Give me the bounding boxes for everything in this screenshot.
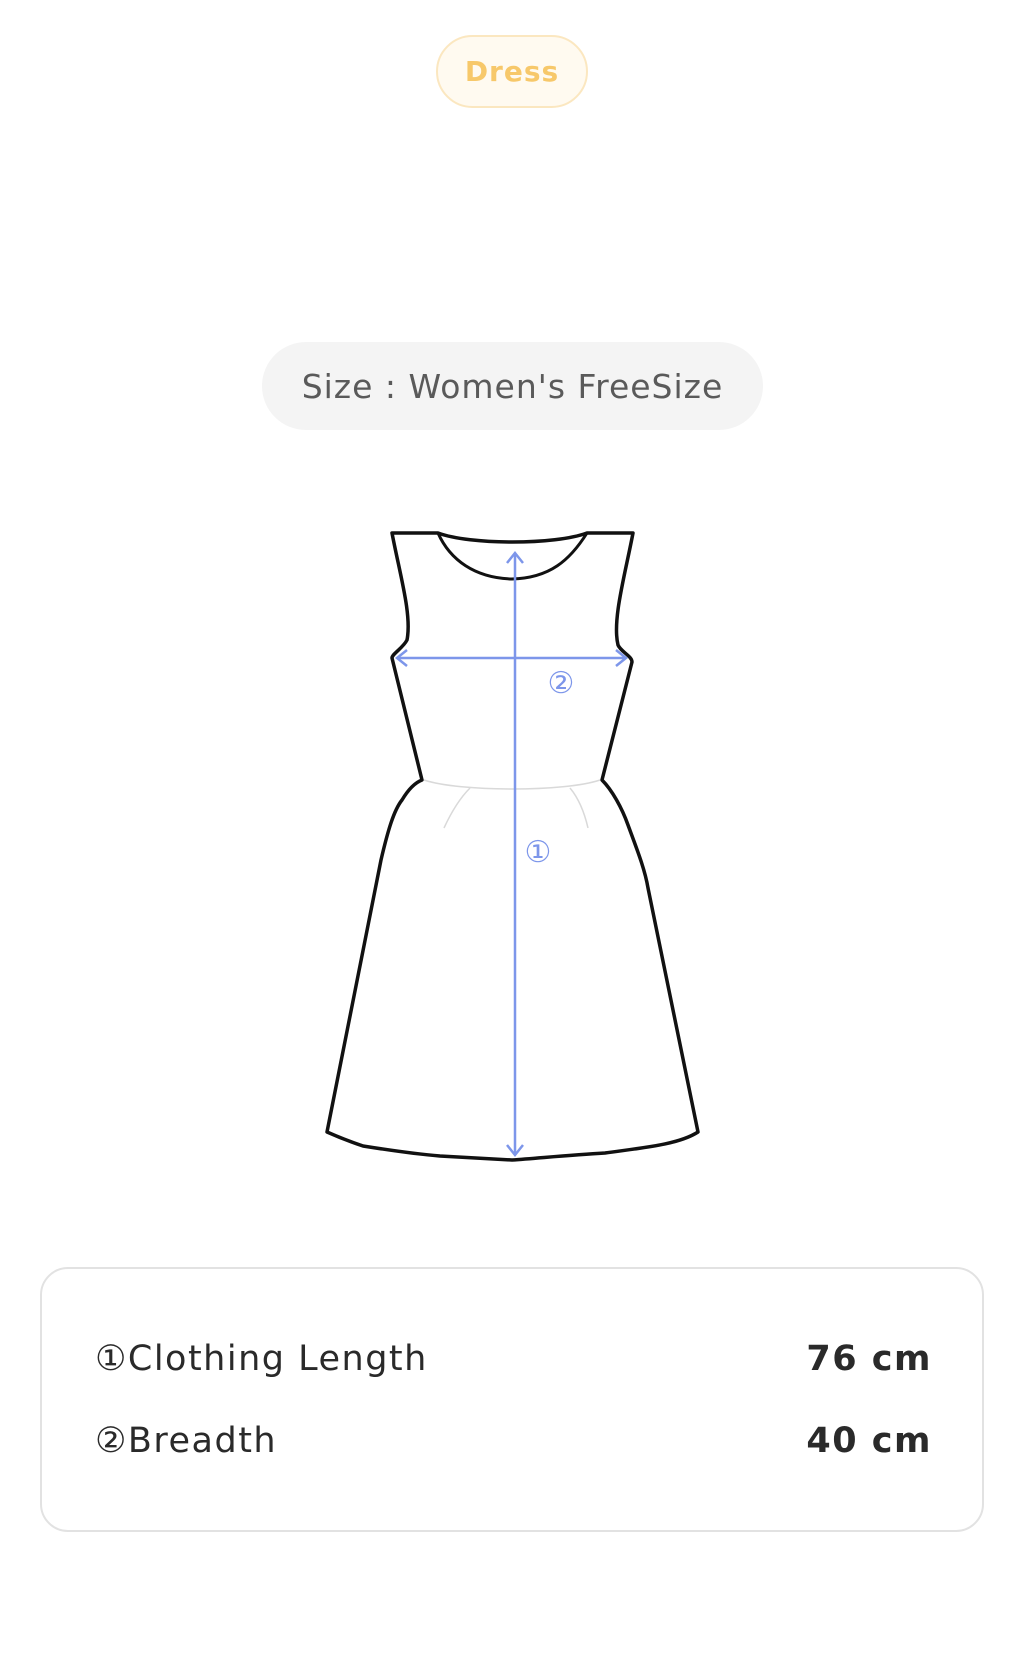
measurement-name: ①Clothing Length [95,1339,428,1379]
dress-outline [325,531,700,1162]
length-marker: ① [525,835,552,870]
measurement-row-breadth: ②Breadth 40 cm [95,1421,932,1461]
measurement-value: 76 cm [806,1339,932,1379]
measurement-name: ②Breadth [95,1421,278,1461]
measurement-row-length: ①Clothing Length 76 cm [95,1339,932,1379]
measurement-value: 40 cm [806,1421,932,1461]
measurement-card: ①Clothing Length 76 cm ②Breadth 40 cm [40,1267,984,1532]
dress-diagram: ② ① [325,531,700,1162]
breadth-marker: ② [548,666,575,701]
